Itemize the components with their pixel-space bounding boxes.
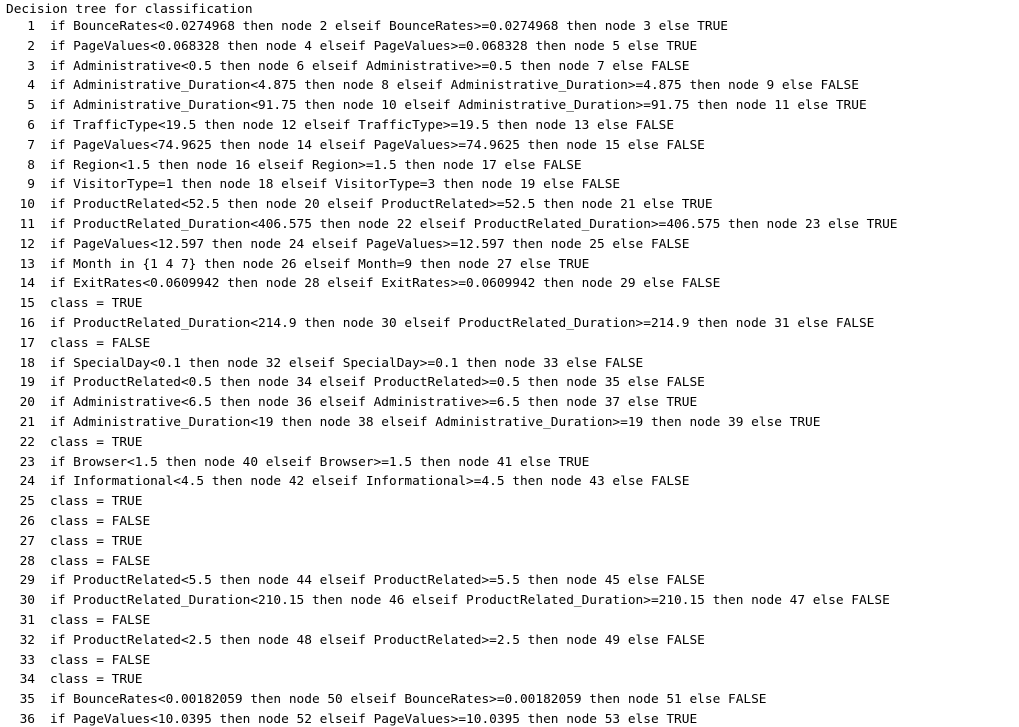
line-number: 34 bbox=[19, 672, 35, 688]
line-text: if SpecialDay<0.1 then node 32 elseif Sp… bbox=[50, 355, 644, 371]
line-text: class = TRUE bbox=[50, 672, 143, 688]
line-text: if Region<1.5 then node 16 elseif Region… bbox=[50, 157, 582, 173]
line-number: 4 bbox=[27, 78, 35, 94]
line-text: class = FALSE bbox=[50, 335, 151, 351]
line-number: 17 bbox=[19, 335, 35, 351]
line-text: if PageValues<74.9625 then node 14 elsei… bbox=[50, 137, 705, 153]
line-number: 28 bbox=[19, 553, 35, 569]
line-number: 5 bbox=[27, 98, 35, 114]
console-output[interactable]: Decision tree for classification 1 if Bou… bbox=[0, 0, 1019, 727]
line-text: class = TRUE bbox=[50, 296, 143, 312]
line-text: class = FALSE bbox=[50, 553, 151, 569]
line-number: 1 bbox=[27, 19, 35, 34]
line-text: class = TRUE bbox=[50, 434, 143, 450]
line-number: 6 bbox=[27, 117, 35, 133]
line-number: 30 bbox=[19, 593, 35, 609]
line-text: if ProductRelated<0.5 then node 34 elsei… bbox=[50, 375, 705, 391]
line-text: if ExitRates<0.0609942 then node 28 else… bbox=[50, 276, 721, 292]
line-text: if ProductRelated_Duration<210.15 then n… bbox=[50, 593, 890, 609]
line-text: if BounceRates<0.00182059 then node 50 e… bbox=[50, 692, 767, 708]
line-text: if Browser<1.5 then node 40 elseif Brows… bbox=[50, 454, 590, 470]
line-text: if ProductRelated<2.5 then node 48 elsei… bbox=[50, 632, 705, 648]
line-number: 14 bbox=[19, 276, 35, 292]
line-text: class = TRUE bbox=[50, 494, 143, 510]
line-number: 13 bbox=[19, 256, 35, 272]
line-number: 10 bbox=[19, 197, 35, 213]
line-number: 20 bbox=[19, 395, 35, 411]
line-text: if PageValues<12.597 then node 24 elseif… bbox=[50, 236, 690, 252]
line-number: 21 bbox=[19, 414, 35, 430]
line-number: 9 bbox=[27, 177, 35, 193]
line-number: 24 bbox=[19, 474, 35, 490]
line-text: if TrafficType<19.5 then node 12 elseif … bbox=[50, 117, 675, 133]
line-text: if VisitorType=1 then node 18 elseif Vis… bbox=[50, 177, 621, 193]
line-text: class = FALSE bbox=[50, 513, 151, 529]
line-text: if Informational<4.5 then node 42 elseif… bbox=[50, 474, 690, 490]
line-number: 35 bbox=[19, 692, 35, 708]
line-text: if Administrative_Duration<4.875 then no… bbox=[50, 78, 859, 94]
line-number: 7 bbox=[27, 137, 35, 153]
line-number: 18 bbox=[19, 355, 35, 371]
line-number: 25 bbox=[19, 494, 35, 510]
line-number: 16 bbox=[19, 315, 35, 331]
line-text: if Administrative<6.5 then node 36 elsei… bbox=[50, 395, 698, 411]
line-text: if ProductRelated_Duration<214.9 then no… bbox=[50, 315, 875, 331]
line-number: 32 bbox=[19, 632, 35, 648]
line-number: 8 bbox=[27, 157, 35, 173]
line-number: 36 bbox=[19, 711, 35, 727]
line-text: if PageValues<10.0395 then node 52 elsei… bbox=[50, 711, 698, 727]
line-text: if ProductRelated<5.5 then node 44 elsei… bbox=[50, 573, 705, 589]
line-number: 3 bbox=[27, 58, 35, 74]
line-number: 12 bbox=[19, 236, 35, 252]
line-text: if ProductRelated<52.5 then node 20 else… bbox=[50, 197, 713, 213]
line-text: class = FALSE bbox=[50, 612, 151, 628]
line-number: 27 bbox=[19, 533, 35, 549]
line-number: 22 bbox=[19, 434, 35, 450]
line-number: 2 bbox=[27, 38, 35, 54]
line-text: class = FALSE bbox=[50, 652, 151, 668]
line-number: 29 bbox=[19, 573, 35, 589]
line-number: 31 bbox=[19, 612, 35, 628]
line-text: if Administrative_Duration<91.75 then no… bbox=[50, 98, 867, 114]
line-text: if PageValues<0.068328 then node 4 elsei… bbox=[50, 38, 698, 54]
line-text: if Month in {1 4 7} then node 26 elseif … bbox=[50, 256, 590, 272]
line-text: if Administrative<0.5 then node 6 elseif… bbox=[50, 58, 690, 74]
line-number: 15 bbox=[19, 296, 35, 312]
line-number: 11 bbox=[19, 216, 35, 232]
line-text: if ProductRelated_Duration<406.575 then … bbox=[50, 216, 898, 232]
line-text: if Administrative_Duration<19 then node … bbox=[50, 414, 821, 430]
line-number: 19 bbox=[19, 375, 35, 391]
line-text: class = TRUE bbox=[50, 533, 143, 549]
line-number: 26 bbox=[19, 513, 35, 529]
line-number: 23 bbox=[19, 454, 35, 470]
line-number: 33 bbox=[19, 652, 35, 668]
line-text: if BounceRates<0.0274968 then node 2 els… bbox=[50, 19, 728, 34]
